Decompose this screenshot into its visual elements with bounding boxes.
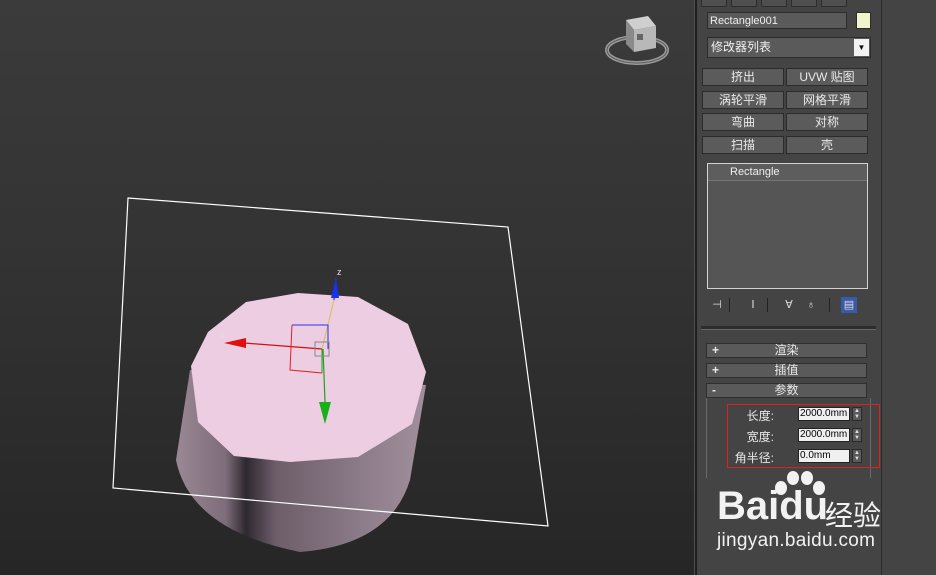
cylinder-top <box>191 293 426 462</box>
watermark-brand-chinese: 经验 <box>825 500 882 531</box>
command-panel-tabs <box>697 0 881 7</box>
modifier-button-bend[interactable]: 弯曲 <box>702 113 784 131</box>
toolbar-divider <box>729 298 730 312</box>
tab-hierarchy[interactable] <box>761 0 787 7</box>
modifier-button-shell[interactable]: 壳 <box>786 136 868 154</box>
command-panel-scroll-strip[interactable] <box>881 0 936 575</box>
tab-display[interactable] <box>821 0 847 7</box>
tab-motion[interactable] <box>791 0 817 7</box>
modifier-button-sweep[interactable]: 扫描 <box>702 136 784 154</box>
perspective-viewport[interactable]: x z <box>0 0 694 575</box>
object-name-field[interactable]: Rectangle001 <box>707 12 847 29</box>
modifier-button-symmetry[interactable]: 对称 <box>786 113 868 131</box>
make-unique-icon[interactable]: ∀ <box>781 297 797 313</box>
object-color-swatch[interactable] <box>856 12 871 29</box>
rollout-title: 插值 <box>774 363 799 377</box>
modifier-stack[interactable]: Rectangle <box>707 163 868 289</box>
toolbar-divider <box>767 298 768 312</box>
show-end-result-icon[interactable]: Ⅰ <box>745 297 761 313</box>
rollout-interpolation[interactable]: + 插值 <box>706 363 867 378</box>
rollout-title: 渲染 <box>774 343 799 357</box>
baidu-jingyan-watermark: Baidu 经验 jingyan.baidu.com <box>715 468 887 558</box>
axis-z-label: z <box>337 267 342 277</box>
modifier-button-turbosmooth[interactable]: 涡轮平滑 <box>702 91 784 109</box>
watermark-brand-suffix: du <box>779 484 829 528</box>
annotation-highlight-box <box>727 404 880 468</box>
modifier-list-label: 修改器列表 <box>711 40 772 54</box>
dropdown-arrow-icon[interactable]: ▼ <box>854 39 869 56</box>
tab-modify[interactable] <box>731 0 757 7</box>
rollout-expand-icon: + <box>712 363 720 377</box>
viewcube-icon[interactable] <box>605 16 669 65</box>
panel-separator <box>701 326 876 330</box>
toolbar-divider <box>829 298 830 312</box>
modifier-button-extrude[interactable]: 挤出 <box>702 68 784 86</box>
rollout-rendering[interactable]: + 渲染 <box>706 343 867 358</box>
rollout-title: 参数 <box>774 383 799 397</box>
rollout-expand-icon: + <box>712 343 720 357</box>
viewport-scene: x z <box>112 16 669 552</box>
modifier-list-dropdown[interactable]: 修改器列表 ▼ <box>707 37 871 58</box>
remove-modifier-icon[interactable]: ♁ <box>803 297 819 313</box>
pin-stack-icon[interactable]: ⊣ <box>709 297 725 313</box>
configure-modifier-sets-icon[interactable]: ▤ <box>841 297 857 313</box>
stack-toolbar: ⊣ Ⅰ ∀ ♁ ▤ <box>707 297 871 315</box>
watermark-brand-latin: Bai <box>717 484 780 528</box>
tab-create[interactable] <box>701 0 727 7</box>
rollout-parameters[interactable]: - 参数 <box>706 383 867 398</box>
stack-item-rectangle[interactable]: Rectangle <box>708 164 867 181</box>
rollout-collapse-icon: - <box>712 383 716 397</box>
modifier-button-uvw-map[interactable]: UVW 贴图 <box>786 68 868 86</box>
modifier-button-meshsmooth[interactable]: 网格平滑 <box>786 91 868 109</box>
watermark-brand: Baidu <box>717 484 828 529</box>
watermark-url: jingyan.baidu.com <box>717 530 876 551</box>
axis-x-label: x <box>220 330 225 340</box>
